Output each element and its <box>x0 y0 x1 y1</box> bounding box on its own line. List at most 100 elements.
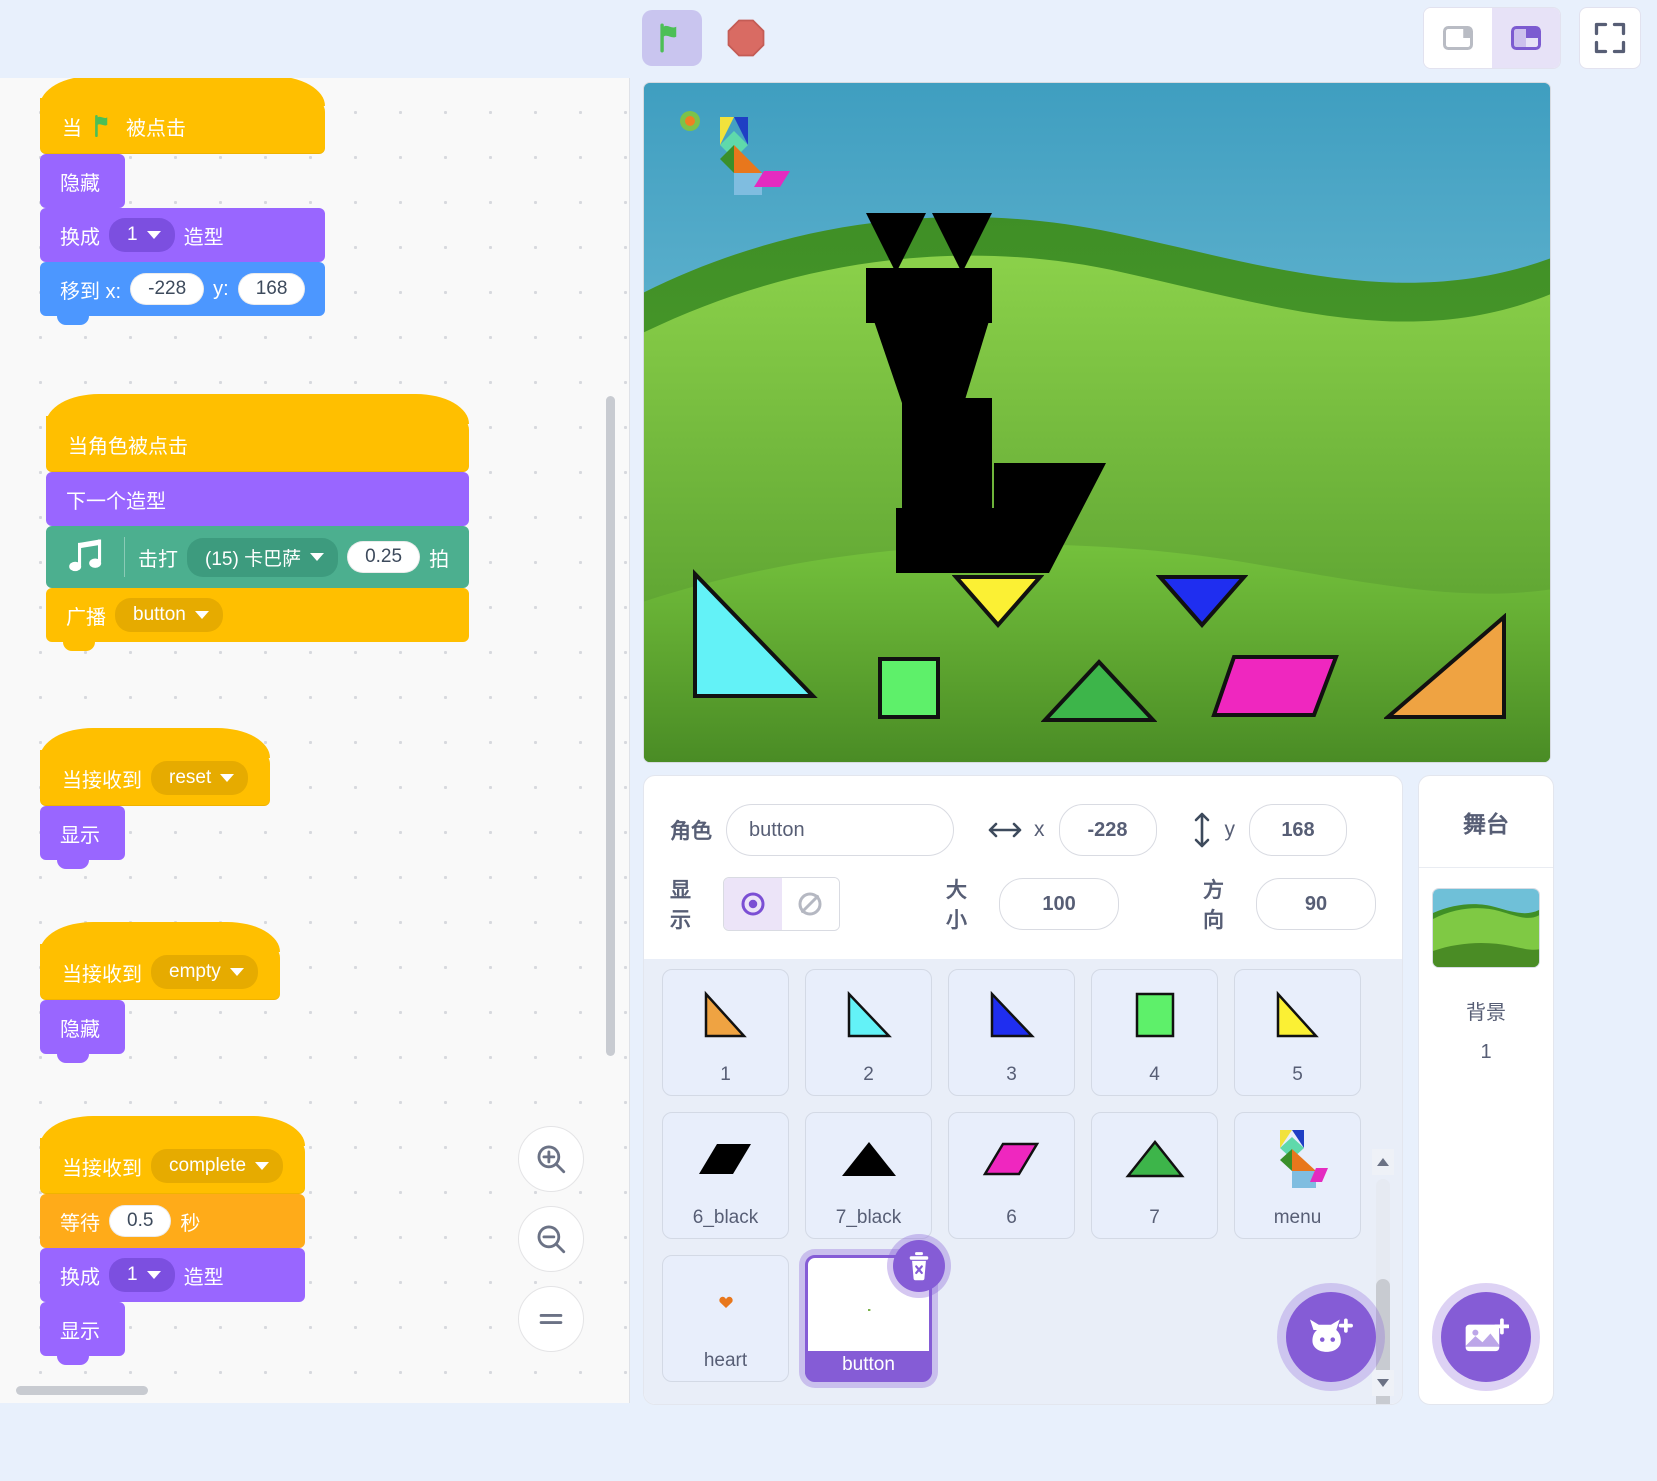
block-label: 显示 <box>60 1320 100 1343</box>
sprite-item-5[interactable]: 5 <box>1234 969 1361 1096</box>
triangle-right-blue-icon <box>990 990 1035 1037</box>
message-dropdown[interactable]: complete <box>151 1149 284 1183</box>
block-label-2: 被点击 <box>126 117 186 140</box>
block-next-costume[interactable]: 下一个造型 <box>46 472 470 535</box>
sprite-item-button[interactable]: button <box>805 1240 945 1382</box>
block-broadcast[interactable]: 广播 button <box>46 588 470 651</box>
layout-large-stage-icon <box>1511 26 1541 50</box>
script-when-receive-complete[interactable]: 当接收到 complete 等待 0.5 秒 换成 1 造型 显示 <box>40 1116 306 1365</box>
drum-dropdown[interactable]: (15) 卡巴萨 <box>187 537 339 577</box>
shape-parallelogram-magenta[interactable] <box>1210 653 1340 719</box>
small-stage-button[interactable] <box>1424 8 1492 68</box>
sprite-item-3[interactable]: 3 <box>948 969 1075 1096</box>
sprite-item-heart[interactable]: heart <box>662 1255 789 1382</box>
sprite-name-input[interactable]: button <box>726 804 954 856</box>
shape-triangle-orange[interactable] <box>1384 613 1510 723</box>
block-when-receive[interactable]: 当接收到 reset <box>40 728 271 806</box>
block-show[interactable]: 显示 <box>40 806 125 869</box>
direction-input[interactable]: 90 <box>1255 878 1376 930</box>
sprite-row-visibility-size-direction: 显示 大小 100 方向 90 <box>670 874 1376 934</box>
sprite-item-4[interactable]: 4 <box>1091 969 1218 1096</box>
hide-sprite-button[interactable] <box>781 878 840 930</box>
backdrop-thumbnail[interactable] <box>1432 888 1540 968</box>
shape-triangle-yellow-down[interactable] <box>952 573 1044 629</box>
sprite-label: 7_black <box>835 1207 902 1228</box>
backdrop-hills-thumb-icon <box>1433 889 1539 967</box>
block-when-receive[interactable]: 当接收到 complete <box>40 1116 306 1194</box>
script-when-sprite-clicked[interactable]: 当角色被点击 下一个造型 击打 (15) 卡巴萨 0.25 拍 广播 butto… <box>46 394 470 651</box>
block-hide[interactable]: 隐藏 <box>40 154 125 217</box>
sprite-item-6-black[interactable]: 6_black <box>662 1112 789 1239</box>
fullscreen-button[interactable] <box>1579 7 1641 69</box>
block-show[interactable]: 显示 <box>40 1302 125 1365</box>
shape-triangle-blue-down[interactable] <box>1156 573 1248 629</box>
sprite-item-7-black[interactable]: 7_black <box>805 1112 932 1239</box>
y-input[interactable]: 168 <box>237 273 306 305</box>
shape-triangle-cyan[interactable] <box>689 568 819 703</box>
workspace-vertical-scrollbar[interactable] <box>606 396 615 1056</box>
show-sprite-button[interactable] <box>723 878 782 930</box>
green-flag-button[interactable] <box>642 10 702 66</box>
costume-dropdown[interactable]: 1 <box>109 218 175 252</box>
sprite-label: 6 <box>1006 1207 1017 1228</box>
block-switch-costume[interactable]: 换成 1 造型 <box>40 208 326 271</box>
code-workspace[interactable]: 当 被点击 隐藏 换成 1 造型 移到 x: -228 y: 168 当角色被点… <box>0 78 630 1403</box>
sprite-item-2[interactable]: 2 <box>805 969 932 1096</box>
zoom-out-button[interactable] <box>518 1206 584 1272</box>
sprite-item-menu[interactable]: menu <box>1234 1112 1361 1239</box>
add-backdrop-image-icon <box>1465 1318 1509 1352</box>
zoom-in-button[interactable] <box>518 1126 584 1192</box>
x-input[interactable]: -228 <box>130 273 205 305</box>
shape-square-green[interactable] <box>876 655 942 721</box>
costume-dropdown[interactable]: 1 <box>109 1258 175 1292</box>
wait-input[interactable]: 0.5 <box>109 1205 172 1237</box>
zoom-reset-button[interactable] <box>518 1286 584 1352</box>
workspace-zoom-controls <box>518 1126 584 1352</box>
sprite-thumbnail <box>1235 970 1360 1061</box>
sprite-row-name-position: 角色 button x -228 y 168 <box>670 800 1376 860</box>
block-wait-seconds[interactable]: 等待 0.5 秒 <box>40 1194 306 1257</box>
block-when-receive[interactable]: 当接收到 empty <box>40 922 280 1000</box>
backdrop-label: 背景 <box>1466 1002 1506 1024</box>
horizontal-arrows-icon <box>988 819 1022 841</box>
x-input[interactable]: -228 <box>1058 804 1157 856</box>
script-when-receive-reset[interactable]: 当接收到 reset 显示 <box>40 728 271 869</box>
block-hide[interactable]: 隐藏 <box>40 1000 125 1063</box>
block-when-sprite-clicked[interactable]: 当角色被点击 <box>46 394 470 472</box>
sprite-item-6[interactable]: 6 <box>948 1112 1075 1239</box>
block-label-2: y: <box>213 277 229 300</box>
stop-button[interactable] <box>718 10 774 66</box>
large-stage-button[interactable] <box>1492 8 1560 68</box>
tangram-cat-silhouette[interactable] <box>844 213 1164 613</box>
broadcast-dropdown[interactable]: button <box>115 598 223 632</box>
block-label: 隐藏 <box>60 172 100 195</box>
stage[interactable] <box>643 82 1551 763</box>
y-input[interactable]: 168 <box>1249 804 1347 856</box>
triangle-right-cyan-icon <box>847 990 892 1037</box>
delete-sprite-button[interactable] <box>893 1240 945 1292</box>
sprite-item-7[interactable]: 7 <box>1091 1112 1218 1239</box>
beats-input[interactable]: 0.25 <box>347 541 421 573</box>
block-play-drum[interactable]: 击打 (15) 卡巴萨 0.25 拍 <box>46 526 470 597</box>
block-when-flag-clicked[interactable]: 当 被点击 <box>40 78 326 154</box>
block-switch-costume[interactable]: 换成 1 造型 <box>40 1248 306 1311</box>
message-dropdown[interactable]: reset <box>151 761 249 795</box>
block-label: 换成 <box>60 226 100 249</box>
zoom-reset-icon <box>539 1314 563 1324</box>
tangram-cat-mini-preview[interactable] <box>672 97 802 207</box>
sprite-thumbnail <box>663 1113 788 1204</box>
scroll-down-button[interactable] <box>1372 1370 1394 1396</box>
add-sprite-button[interactable] <box>1286 1292 1376 1382</box>
sprite-item-1[interactable]: 1 <box>662 969 789 1096</box>
sprite-list-scrollbar[interactable] <box>1372 1149 1394 1404</box>
size-input[interactable]: 100 <box>999 878 1120 930</box>
script-when-flag-clicked[interactable]: 当 被点击 隐藏 换成 1 造型 移到 x: -228 y: 168 <box>40 78 326 325</box>
script-when-receive-empty[interactable]: 当接收到 empty 隐藏 <box>40 922 280 1063</box>
shape-triangle-green-up[interactable] <box>1041 658 1157 724</box>
add-backdrop-button[interactable] <box>1441 1292 1531 1382</box>
message-dropdown[interactable]: empty <box>151 955 258 989</box>
block-goto-xy[interactable]: 移到 x: -228 y: 168 <box>40 262 326 325</box>
block-label: 等待 <box>60 1212 100 1235</box>
scroll-up-button[interactable] <box>1372 1149 1394 1175</box>
workspace-horizontal-scrollbar[interactable] <box>16 1386 148 1395</box>
